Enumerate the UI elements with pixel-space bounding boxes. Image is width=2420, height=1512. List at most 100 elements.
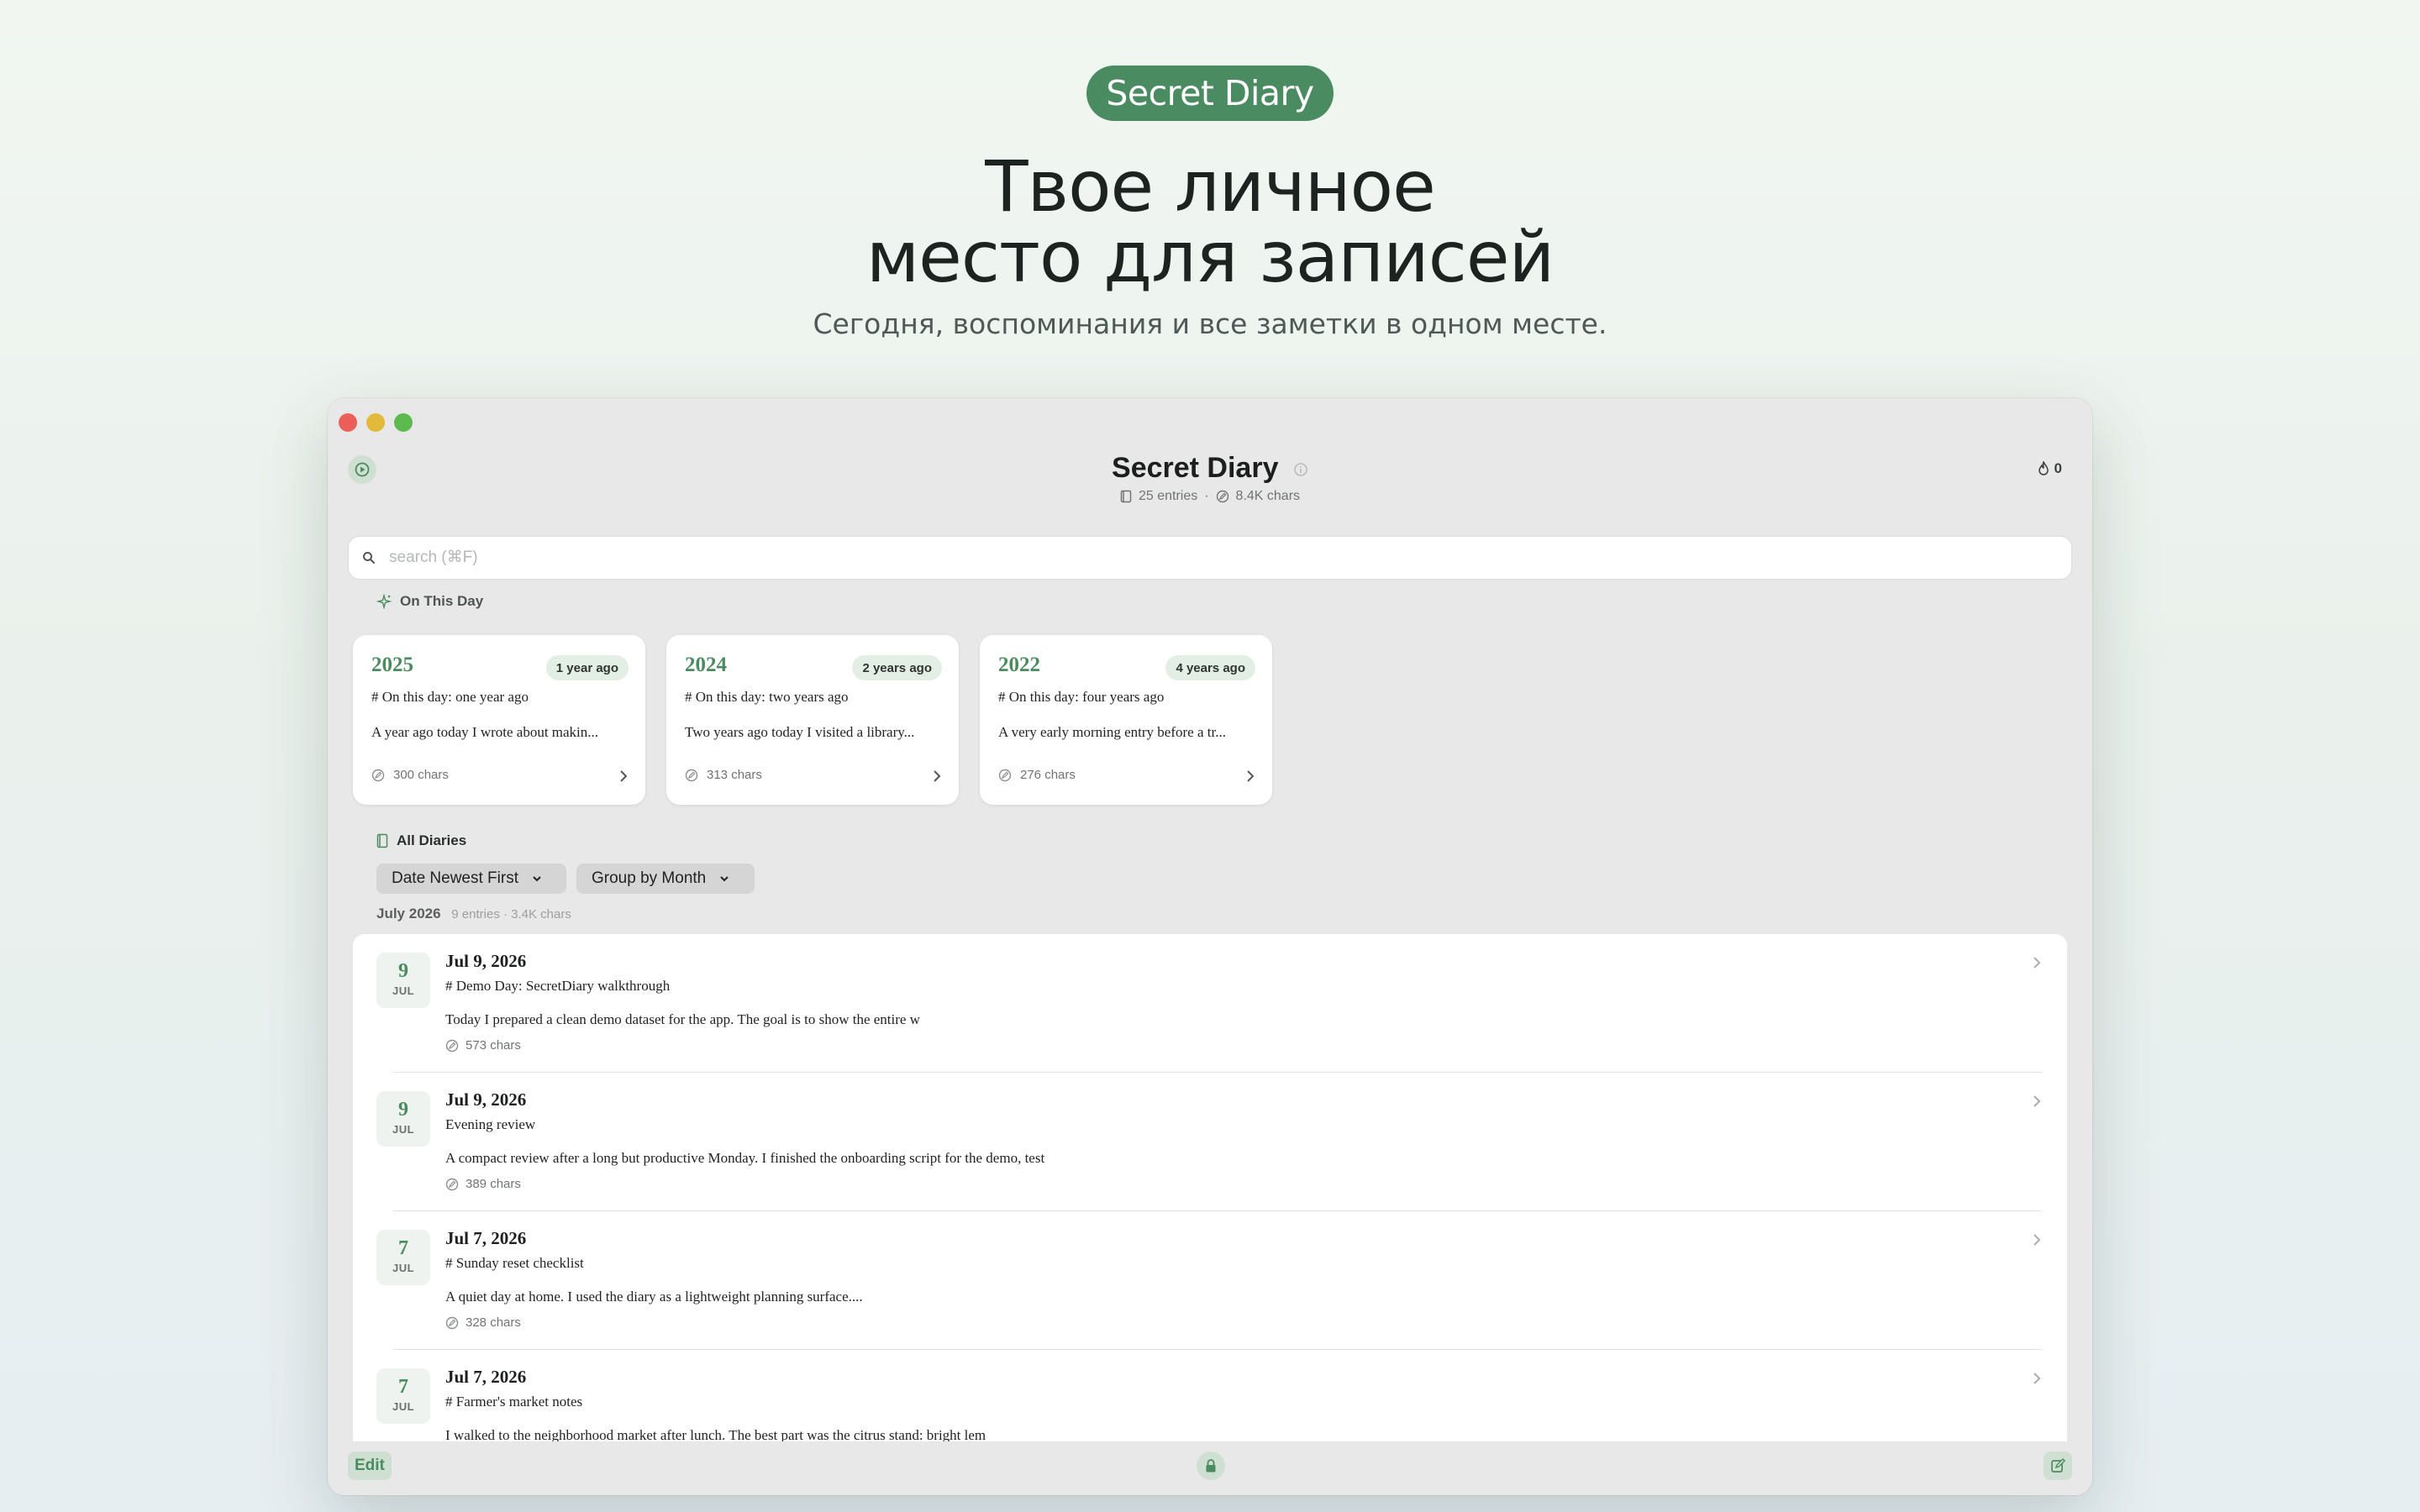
- month-section-header: July 2026 9 entries · 3.4K chars: [376, 906, 571, 922]
- sort-dropdown[interactable]: Date Newest First: [376, 864, 566, 894]
- list-item[interactable]: 9 JUL Jul 9, 2026 # Demo Day: SecretDiar…: [353, 934, 2067, 1073]
- entry-date: Jul 9, 2026: [445, 1089, 527, 1110]
- all-diaries-header: All Diaries: [376, 832, 466, 849]
- entry-preview: A quiet day at home. I used the diary as…: [445, 1289, 863, 1305]
- on-this-day-card[interactable]: 2025 1 year ago # On this day: one year …: [353, 635, 645, 805]
- app-badge: Secret Diary: [1086, 66, 1334, 121]
- entry-date: Jul 7, 2026: [445, 1367, 527, 1387]
- card-chars: 276 chars: [1020, 768, 1076, 782]
- chevron-right-icon: [1247, 770, 1255, 782]
- entry-preview: Today I prepared a clean demo dataset fo…: [445, 1011, 920, 1027]
- card-title: # On this day: four years ago: [998, 689, 1165, 705]
- pen-circle-icon: [685, 769, 698, 781]
- card-title: # On this day: two years ago: [685, 689, 849, 705]
- entry-month: JUL: [392, 1123, 415, 1136]
- card-footer: 313 chars: [685, 768, 762, 782]
- entry-preview: A compact review after a long but produc…: [445, 1150, 1045, 1166]
- streak-counter[interactable]: 0: [2038, 460, 2062, 477]
- sparkles-icon: [376, 594, 392, 609]
- entry-date-box: 9 JUL: [376, 953, 430, 1008]
- pen-circle-icon: [445, 1039, 459, 1052]
- card-preview: A year ago today I wrote about makin...: [371, 724, 599, 740]
- entry-month: JUL: [392, 1400, 415, 1413]
- search-input[interactable]: [387, 548, 1987, 568]
- group-dropdown-value: Group by Month: [592, 869, 707, 887]
- pen-circle-icon: [998, 769, 1012, 781]
- chevron-right-icon: [2033, 1095, 2041, 1107]
- entry-day: 7: [398, 1376, 408, 1398]
- card-year: 2022: [998, 654, 1040, 676]
- entry-date-box: 7 JUL: [376, 1368, 430, 1424]
- bottom-toolbar: Edit: [328, 1441, 2092, 1495]
- streak-value: 0: [2054, 460, 2062, 476]
- all-diaries-label: All Diaries: [397, 832, 467, 848]
- entry-title: # Sunday reset checklist: [445, 1255, 584, 1271]
- sort-dropdown-value: Date Newest First: [392, 869, 518, 887]
- entries-count: 25 entries: [1138, 489, 1198, 503]
- on-this-day-label: On This Day: [400, 593, 484, 609]
- card-title: # On this day: one year ago: [371, 689, 529, 705]
- group-dropdown[interactable]: Group by Month: [576, 864, 755, 894]
- new-entry-button[interactable]: [2044, 1452, 2072, 1480]
- entry-footer: 389 chars: [445, 1177, 521, 1191]
- card-ago-badge: 1 year ago: [545, 655, 629, 680]
- month-meta: 9 entries · 3.4K chars: [451, 907, 571, 921]
- entry-footer: 328 chars: [445, 1315, 521, 1330]
- compose-icon: [2051, 1457, 2066, 1473]
- entry-title: Evening review: [445, 1116, 536, 1132]
- hero-subtitle: Сегодня, воспоминания и все заметки в од…: [813, 307, 1607, 340]
- app-stats: 25 entries · 8.4K chars: [328, 489, 2092, 504]
- card-preview: A very early morning entry before a tr..…: [998, 724, 1226, 740]
- chevron-right-icon: [620, 770, 628, 782]
- edit-button[interactable]: Edit: [348, 1452, 392, 1480]
- info-icon[interactable]: [1293, 462, 1308, 477]
- lock-button[interactable]: [1197, 1452, 1225, 1480]
- entry-date: Jul 7, 2026: [445, 1228, 527, 1248]
- search-icon: [363, 552, 375, 564]
- entry-chars: 573 chars: [466, 1038, 521, 1053]
- app-title-text: Secret Diary: [1112, 452, 1279, 484]
- entry-date: Jul 9, 2026: [445, 951, 527, 971]
- card-preview: Two years ago today I visited a library.…: [685, 724, 915, 740]
- entry-chars: 389 chars: [466, 1177, 521, 1191]
- card-chars: 313 chars: [707, 768, 762, 782]
- entry-day: 7: [398, 1237, 408, 1259]
- chevron-down-icon: [533, 876, 541, 882]
- entry-month: JUL: [392, 984, 415, 997]
- app-window: Secret Diary 25 entries · 8.4K chars 0 O…: [328, 398, 2092, 1495]
- entry-day: 9: [398, 960, 408, 982]
- card-chars: 300 chars: [393, 768, 449, 782]
- on-this-day-header: On This Day: [376, 593, 483, 610]
- window-minimize-button[interactable]: [366, 413, 385, 432]
- on-this-day-card[interactable]: 2022 4 years ago # On this day: four yea…: [980, 635, 1272, 805]
- flame-icon: [2038, 461, 2049, 475]
- chevron-down-icon: [720, 876, 729, 882]
- window-maximize-button[interactable]: [394, 413, 413, 432]
- app-title: Secret Diary: [328, 452, 2092, 485]
- pen-circle-icon: [1216, 490, 1228, 503]
- chars-count: 8.4K chars: [1235, 489, 1301, 503]
- card-footer: 276 chars: [998, 768, 1076, 782]
- entry-month: JUL: [392, 1262, 415, 1274]
- entries-list: 9 JUL Jul 9, 2026 # Demo Day: SecretDiar…: [353, 934, 2067, 1495]
- chevron-right-icon: [2033, 957, 2041, 969]
- entry-day: 9: [398, 1099, 408, 1121]
- card-ago-badge: 4 years ago: [1165, 655, 1255, 680]
- entry-date-box: 7 JUL: [376, 1230, 430, 1285]
- hero-title-line1: Твое личное: [985, 145, 1436, 228]
- card-year: 2025: [371, 654, 413, 676]
- lock-icon: [1206, 1459, 1216, 1473]
- entry-chars: 328 chars: [466, 1315, 521, 1330]
- list-item[interactable]: 7 JUL Jul 7, 2026 # Sunday reset checkli…: [353, 1211, 2067, 1350]
- list-item[interactable]: 9 JUL Jul 9, 2026 Evening review A compa…: [353, 1073, 2067, 1211]
- book-icon: [376, 833, 388, 848]
- card-ago-badge: 2 years ago: [852, 655, 942, 680]
- window-close-button[interactable]: [339, 413, 357, 432]
- on-this-day-card[interactable]: 2024 2 years ago # On this day: two year…: [666, 635, 959, 805]
- chevron-right-icon: [2033, 1234, 2041, 1246]
- entry-footer: 573 chars: [445, 1038, 521, 1053]
- month-label: July 2026: [376, 906, 441, 921]
- entry-date-box: 9 JUL: [376, 1091, 430, 1147]
- search-bar[interactable]: [348, 536, 2072, 580]
- hero-title: Твое личное место для записей: [0, 151, 2420, 292]
